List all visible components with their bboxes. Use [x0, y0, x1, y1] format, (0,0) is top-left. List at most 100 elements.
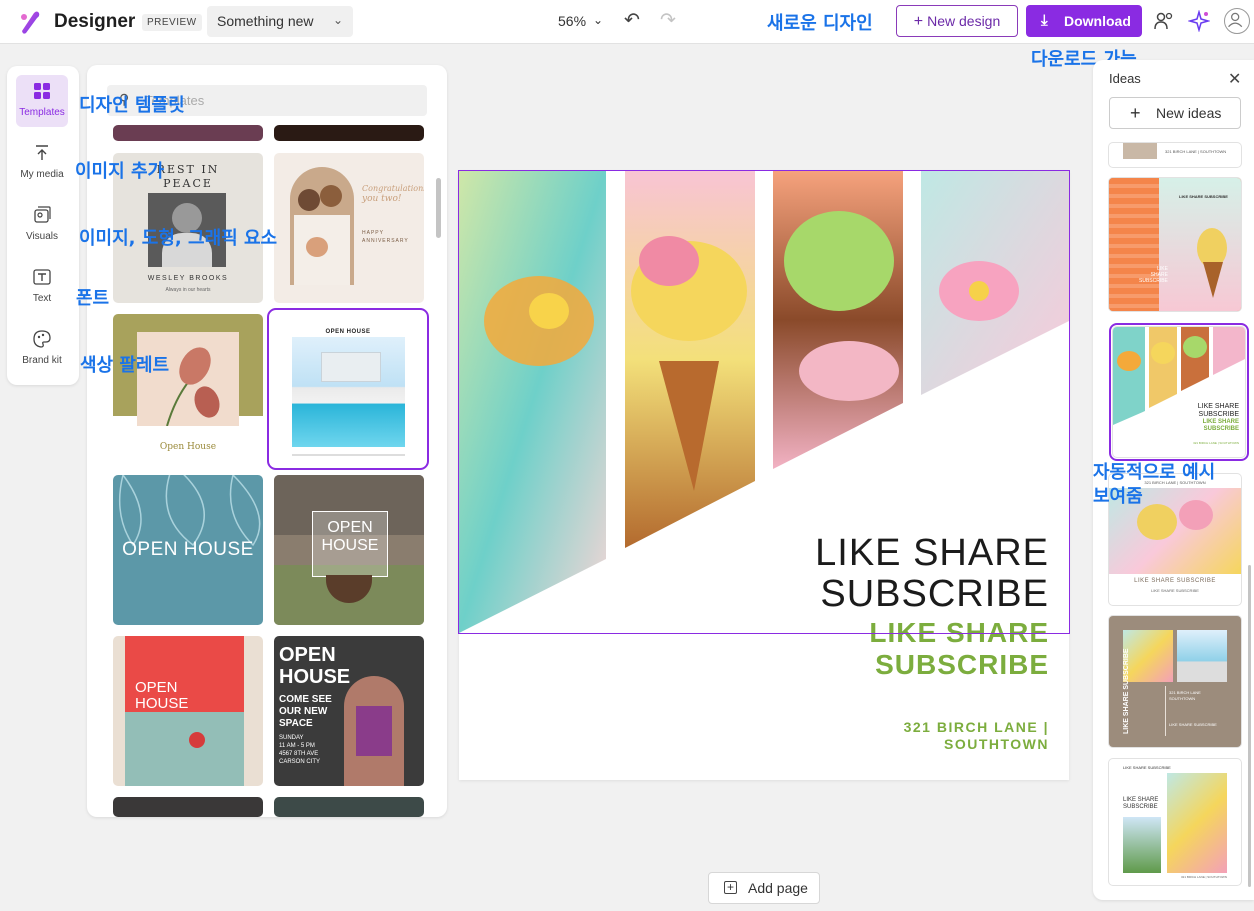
annotation-visuals: 이미지, 도형, 그래픽 요소: [79, 228, 278, 249]
download-label: Download: [1064, 13, 1131, 29]
idea-text: SUBSCRIBE: [1203, 426, 1239, 432]
canvas-address[interactable]: 321 BIRCH LANE | SOUTHTOWN: [904, 719, 1049, 753]
template-text: HAPPY: [362, 230, 384, 236]
template-card-partial[interactable]: [274, 797, 424, 817]
annotation-text: 폰트: [76, 288, 110, 309]
download-icon: ⤓: [1041, 12, 1048, 29]
redo-icon[interactable]: ↷: [660, 9, 676, 32]
add-page-button[interactable]: + Add page: [708, 872, 820, 904]
template-text: OUR NEW: [279, 706, 328, 717]
idea-card-selected[interactable]: LIKE SHARE SUBSCRIBE LIKE SHARE SUBSCRIB…: [1109, 323, 1249, 461]
idea-card[interactable]: 321 BIRCH LANE SOUTHTOWN LIKE SHARE SUBS…: [1109, 616, 1241, 747]
idea-text: SUBSCRIBE: [1123, 804, 1158, 810]
idea-text: LIKE SHARE SUBSCRIBE: [1123, 648, 1130, 734]
flower-icon: [189, 732, 205, 748]
add-page-label: Add page: [748, 880, 808, 896]
rail-item-text[interactable]: Text: [16, 261, 68, 313]
template-card[interactable]: Open House: [113, 314, 263, 464]
undo-icon[interactable]: ↶: [624, 9, 640, 32]
account-avatar-icon[interactable]: [1224, 8, 1250, 34]
idea-text: 321 BIRCH LANE | SOUTHTOWN: [1165, 149, 1227, 154]
annotation-brand-kit: 색상 팔레트: [80, 355, 170, 376]
template-text: HOUSE: [321, 537, 379, 554]
idea-card[interactable]: LIKE SHARE SUBSCRIBE LIKE SHARE SUBSCRIB…: [1109, 759, 1241, 885]
template-text: Congratulations: [362, 184, 424, 193]
template-card[interactable]: OPEN HOUSE: [113, 636, 263, 786]
idea-text: SUBSCRIBE: [1198, 411, 1239, 418]
template-text: SPACE: [279, 718, 313, 729]
ideas-title: Ideas: [1109, 71, 1141, 86]
design-canvas[interactable]: LIKE SHARE SUBSCRIBE LIKE SHARE SUBSCRIB…: [459, 171, 1069, 780]
chevron-down-icon: ⌄: [332, 13, 343, 27]
plus-icon: +: [1130, 103, 1141, 123]
rail-label: Text: [32, 293, 52, 304]
template-card-selected[interactable]: OPEN HOUSE: [267, 308, 429, 470]
idea-text: LIKE SHARE SUBSCRIBE: [1169, 722, 1217, 727]
new-design-label: New design: [927, 13, 1001, 29]
download-button[interactable]: ⤓ Download: [1026, 5, 1142, 37]
left-rail: Templates My media Visuals Text Brand ki…: [7, 66, 79, 385]
template-text: ANNIVERSARY: [362, 238, 409, 244]
copilot-sparkle-icon[interactable]: [1188, 10, 1210, 32]
template-text: HOUSE: [279, 666, 351, 688]
template-text: OPEN HOUSE: [122, 539, 254, 560]
plus-icon: +: [913, 13, 924, 30]
rail-label: Templates: [19, 107, 65, 118]
template-text: SUNDAY: [279, 735, 304, 741]
template-text: Always in our hearts: [165, 287, 211, 293]
template-card-partial[interactable]: [274, 125, 424, 141]
template-text: CARSON CITY: [279, 759, 321, 765]
template-card-partial[interactable]: [113, 797, 263, 817]
template-text: WESLEY BROOKS: [147, 275, 229, 282]
ideas-scrollbar[interactable]: [1248, 565, 1251, 887]
template-text: OPEN: [135, 679, 178, 696]
template-card[interactable]: OPEN HOUSE: [113, 475, 263, 625]
template-text: Open House: [159, 442, 217, 452]
rail-item-brand-kit[interactable]: Brand kit: [16, 323, 68, 375]
close-icon[interactable]: ✕: [1228, 69, 1241, 89]
rail-label: Brand kit: [22, 355, 62, 366]
templates-scrollbar[interactable]: [436, 178, 441, 238]
idea-text: LIKE SHARE SUBSCRIBE: [1134, 578, 1216, 584]
idea-text: LIKE SHARE SUBSCRIBE: [1179, 194, 1228, 199]
new-ideas-label: New ideas: [1156, 105, 1222, 121]
rail-item-visuals[interactable]: Visuals: [16, 199, 68, 251]
template-text: OPEN: [279, 644, 336, 666]
new-ideas-button[interactable]: + New ideas: [1109, 97, 1241, 129]
template-text: HOUSE: [135, 695, 189, 712]
tulip-illustration: [166, 347, 220, 426]
template-text: 4567 8TH AVE: [279, 751, 319, 757]
new-design-button[interactable]: + New design: [896, 5, 1018, 37]
share-people-icon[interactable]: [1153, 10, 1175, 32]
zoom-chevron-down-icon[interactable]: ⌄: [593, 13, 603, 27]
idea-text: LIKE SHARE: [1197, 403, 1239, 410]
idea-card[interactable]: LIKE SHARE SUBSCRIBE LIKE SHARE SUBSCRIB…: [1109, 178, 1241, 311]
annotation-my-media: 이미지 추가: [75, 161, 165, 182]
designer-logo-icon: [21, 11, 40, 34]
rail-label: My media: [20, 169, 64, 180]
add-page-icon: +: [724, 881, 737, 894]
rail-label: Visuals: [25, 231, 59, 242]
visuals-icon: [34, 206, 51, 223]
app-title: Designer: [54, 11, 136, 32]
preview-badge: PREVIEW: [142, 14, 202, 31]
rail-item-templates[interactable]: Templates: [16, 75, 68, 127]
text-icon: [33, 269, 51, 285]
annotation-templates: 디자인 템플릿: [79, 95, 185, 116]
idea-card[interactable]: 321 BIRCH LANE | SOUTHTOWN: [1109, 143, 1241, 167]
template-text: 11 AM - 5 PM: [279, 743, 315, 749]
design-name-dropdown[interactable]: Something new ⌄: [207, 6, 353, 37]
templates-icon: [34, 83, 50, 99]
canvas-headline[interactable]: LIKE SHARE SUBSCRIBE: [815, 533, 1049, 615]
template-card[interactable]: Congratulations you two! HAPPY ANNIVERSA…: [274, 153, 424, 303]
rail-item-my-media[interactable]: My media: [16, 137, 68, 189]
idea-text: 321 BIRCH LANE | SOUTHTOWN: [1181, 875, 1227, 879]
template-card[interactable]: OPEN HOUSE: [274, 475, 424, 625]
zoom-level[interactable]: 56%: [558, 13, 586, 29]
idea-text: LIKE SHARE: [1202, 419, 1239, 425]
canvas-subheadline[interactable]: LIKE SHARE SUBSCRIBE: [869, 617, 1049, 681]
template-card[interactable]: OPEN HOUSE COME SEE OUR NEW SPACE SUNDAY…: [274, 636, 424, 786]
idea-text: LIKE SHARE: [1123, 797, 1159, 803]
template-card-partial[interactable]: [113, 125, 263, 141]
palette-icon: [33, 330, 51, 348]
